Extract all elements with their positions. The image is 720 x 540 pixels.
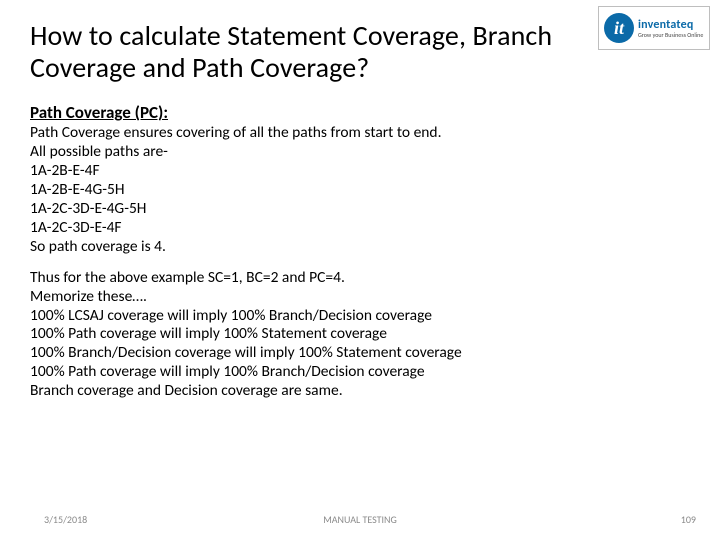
footer-page-number: 109 (681, 513, 696, 526)
intro-line: So path coverage is 4. (30, 238, 690, 257)
intro-line: All possible paths are- (30, 143, 690, 162)
summary-line: 100% Path coverage will imply 100% State… (30, 325, 690, 344)
logo-tagline: Grow your Business Online (638, 32, 703, 38)
summary-line: 100% Branch/Decision coverage will imply… (30, 344, 690, 363)
logo-name: inventateq (638, 19, 703, 31)
summary-block: Thus for the above example SC=1, BC=2 an… (30, 269, 690, 401)
logo-mark-icon: it (604, 13, 634, 43)
slide-footer: 3/15/2018 MANUAL TESTING 109 (0, 513, 720, 526)
intro-line: 1A-2C-3D-E-4G-5H (30, 200, 690, 219)
intro-line: 1A-2C-3D-E-4F (30, 219, 690, 238)
brand-logo: it inventateq Grow your Business Online (598, 6, 710, 50)
summary-line: Memorize these…. (30, 288, 690, 307)
intro-line: 1A-2B-E-4G-5H (30, 181, 690, 200)
summary-line: 100% LCSAJ coverage will imply 100% Bran… (30, 307, 690, 326)
summary-line: Thus for the above example SC=1, BC=2 an… (30, 269, 690, 288)
page-title: How to calculate Statement Coverage, Bra… (30, 20, 590, 84)
intro-block: Path Coverage ensures covering of all th… (30, 124, 690, 256)
summary-line: 100% Path coverage will imply 100% Branc… (30, 363, 690, 382)
slide: it inventateq Grow your Business Online … (0, 0, 720, 540)
intro-line: 1A-2B-E-4F (30, 162, 690, 181)
footer-center: MANUAL TESTING (323, 513, 397, 526)
section-heading: Path Coverage (PC): (30, 102, 690, 123)
logo-text: inventateq Grow your Business Online (638, 19, 703, 38)
intro-line: Path Coverage ensures covering of all th… (30, 124, 690, 143)
footer-date: 3/15/2018 (44, 513, 87, 526)
summary-line: Branch coverage and Decision coverage ar… (30, 382, 690, 401)
